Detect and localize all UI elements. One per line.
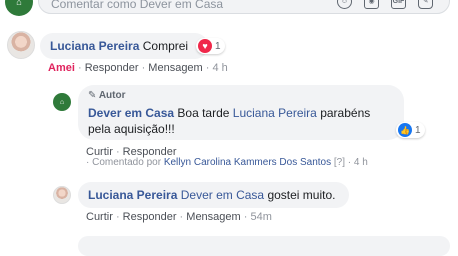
- comment-author[interactable]: Luciana Pereira: [50, 39, 139, 53]
- reply-button[interactable]: Responder: [85, 62, 139, 74]
- comment-bubble: Luciana Pereira Comprei: [40, 33, 208, 59]
- avatar-luciana[interactable]: [53, 186, 71, 204]
- reply-author[interactable]: Luciana Pereira: [88, 188, 177, 202]
- reaction-count: 1: [415, 124, 421, 136]
- reply-mention[interactable]: Dever em Casa: [181, 188, 264, 202]
- reply-text: Boa tarde: [177, 106, 230, 120]
- gif-icon[interactable]: GIF: [391, 0, 406, 9]
- comment-time[interactable]: 4 h: [213, 62, 228, 74]
- sticker-icon[interactable]: ✎: [418, 0, 433, 9]
- heart-icon: ♥: [198, 39, 212, 53]
- comment-input[interactable]: Comentar como Dever em Casa: [51, 0, 223, 12]
- help-marker[interactable]: [?]: [334, 157, 345, 168]
- page-avatar: ⌂: [5, 0, 33, 16]
- liked-button[interactable]: Amei: [48, 62, 75, 74]
- reply-mention[interactable]: Luciana Pereira: [233, 106, 317, 120]
- comment-composer[interactable]: Comentar como Dever em Casa ☺ ◉ GIF ✎: [38, 0, 450, 14]
- reply-bubble: ✎ Autor Dever em Casa Boa tarde Luciana …: [78, 85, 404, 140]
- next-comment-bubble: [78, 236, 450, 256]
- message-button[interactable]: Mensagem: [148, 62, 202, 74]
- commenter-name[interactable]: Kellyn Carolina Kammers Dos Santos: [164, 157, 331, 168]
- pen-icon: ✎: [88, 90, 97, 101]
- avatar-luciana[interactable]: [7, 31, 35, 59]
- reply-bubble: Luciana Pereira Dever em Casa gostei mui…: [78, 182, 349, 208]
- author-badge: ✎ Autor: [88, 90, 126, 101]
- like-icon: 👍: [398, 123, 412, 137]
- reply-actions: Curtir · Responder · Mensagem · 54m: [86, 211, 272, 223]
- comment-text: Comprei: [142, 39, 189, 53]
- reply-time[interactable]: 54m: [250, 211, 271, 223]
- message-button[interactable]: Mensagem: [186, 211, 240, 223]
- reaction-count: 1: [215, 40, 221, 52]
- reply-author[interactable]: Dever em Casa: [88, 106, 174, 120]
- reply-text: gostei muito.: [267, 188, 336, 202]
- avatar-dever-em-casa[interactable]: ⌂: [53, 93, 71, 111]
- reply-button[interactable]: Responder: [123, 211, 177, 223]
- reaction-badge[interactable]: ♥ 1: [196, 38, 225, 54]
- like-button[interactable]: Curtir: [86, 211, 113, 223]
- camera-icon[interactable]: ◉: [364, 0, 379, 9]
- reply-time[interactable]: 4 h: [354, 157, 368, 168]
- comment-actions: Amei · Responder · Mensagem · 4 h: [48, 62, 228, 74]
- commented-by: · Comentado por Kellyn Carolina Kammers …: [86, 157, 368, 168]
- reaction-badge[interactable]: 👍 1: [396, 122, 425, 138]
- emoji-icon[interactable]: ☺: [337, 0, 352, 9]
